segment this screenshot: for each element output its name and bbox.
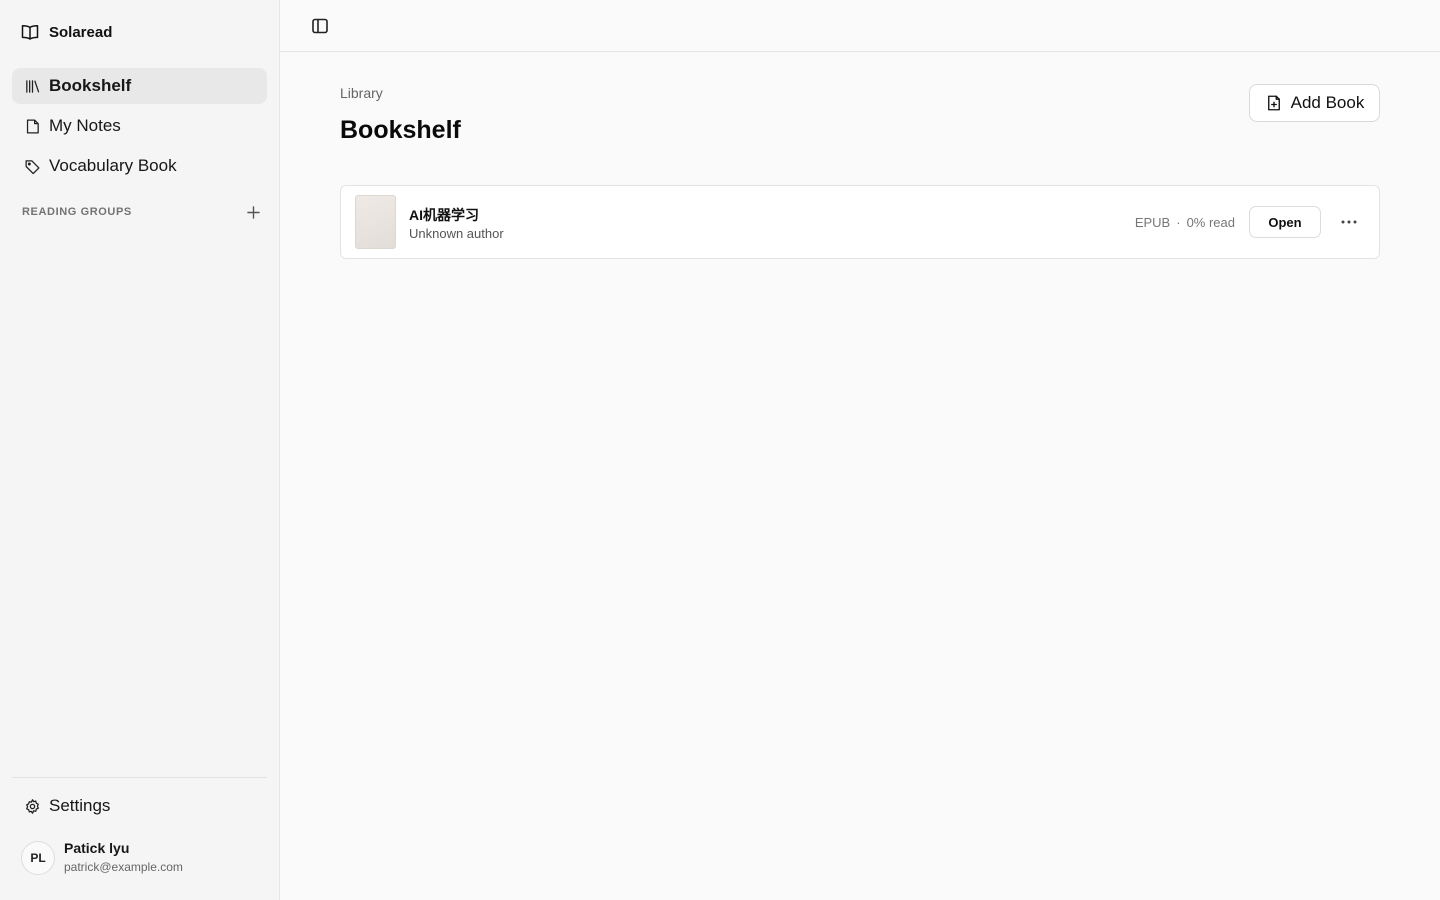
user-email: patrick@example.com: [64, 860, 183, 874]
book-meta: EPUB · 0% read: [1135, 215, 1235, 230]
sidebar-item-label: My Notes: [49, 116, 121, 135]
plus-icon: [246, 205, 260, 219]
app-name: Solaread: [49, 23, 113, 41]
main-content: Library Bookshelf Add Book AI机器学习 Unknow…: [280, 0, 1440, 900]
open-book-button[interactable]: Open: [1249, 206, 1321, 238]
book-title[interactable]: AI机器学习: [409, 205, 479, 225]
list-item[interactable]: AI机器学习 Unknown author EPUB · 0% read Ope…: [340, 185, 1380, 259]
meta-separator: ·: [1176, 215, 1181, 230]
user-info: Patick lyu patrick@example.com: [64, 840, 183, 875]
gear-icon: [26, 798, 39, 814]
sidebar-item-my-notes[interactable]: My Notes: [12, 108, 267, 144]
book-open-icon: [21, 25, 39, 40]
book-cover[interactable]: [355, 195, 396, 249]
more-options-button[interactable]: [1336, 210, 1362, 234]
user-name: Patick lyu: [64, 840, 130, 856]
reading-groups-title: READING GROUPS: [22, 206, 132, 218]
sidebar-panel-icon: [312, 18, 328, 33]
sidebar-item-label: Settings: [49, 796, 111, 815]
tag-icon: [25, 159, 40, 174]
topbar: [280, 0, 1440, 52]
app-brand[interactable]: Solaread: [20, 22, 112, 42]
add-book-label: Add Book: [1290, 93, 1365, 112]
file-plus-icon: [1267, 95, 1280, 111]
sidebar-divider: [12, 777, 267, 778]
toggle-sidebar-button[interactable]: [308, 14, 332, 38]
book-author: Unknown author: [409, 226, 504, 241]
more-horizontal-icon: [1341, 220, 1357, 224]
breadcrumb[interactable]: Library: [340, 85, 383, 101]
book-progress: 0% read: [1186, 215, 1235, 230]
sidebar-nav: Bookshelf My Notes Vocabulary Book: [12, 68, 267, 188]
page-title: Bookshelf: [340, 116, 461, 144]
add-book-button[interactable]: Add Book: [1249, 84, 1380, 122]
book-format: EPUB: [1134, 215, 1171, 230]
avatar: PL: [21, 840, 55, 875]
sidebar-item-label: Bookshelf: [49, 76, 132, 95]
app-root: Solaread Bookshelf My Notes Vocabulary B…: [0, 0, 1440, 900]
library-icon: [26, 79, 40, 93]
sidebar-item-vocabulary-book[interactable]: Vocabulary Book: [12, 148, 267, 184]
sidebar-item-label: Vocabulary Book: [49, 156, 177, 175]
sidebar-item-settings[interactable]: Settings: [12, 788, 267, 824]
sidebar: Solaread Bookshelf My Notes Vocabulary B…: [0, 0, 280, 900]
user-profile[interactable]: PL Patick lyu patrick@example.com: [21, 840, 183, 875]
add-reading-group-button[interactable]: [244, 203, 262, 221]
sidebar-item-bookshelf[interactable]: Bookshelf: [12, 68, 267, 104]
notes-icon: [26, 118, 39, 134]
reading-groups-header: READING GROUPS: [22, 203, 262, 221]
